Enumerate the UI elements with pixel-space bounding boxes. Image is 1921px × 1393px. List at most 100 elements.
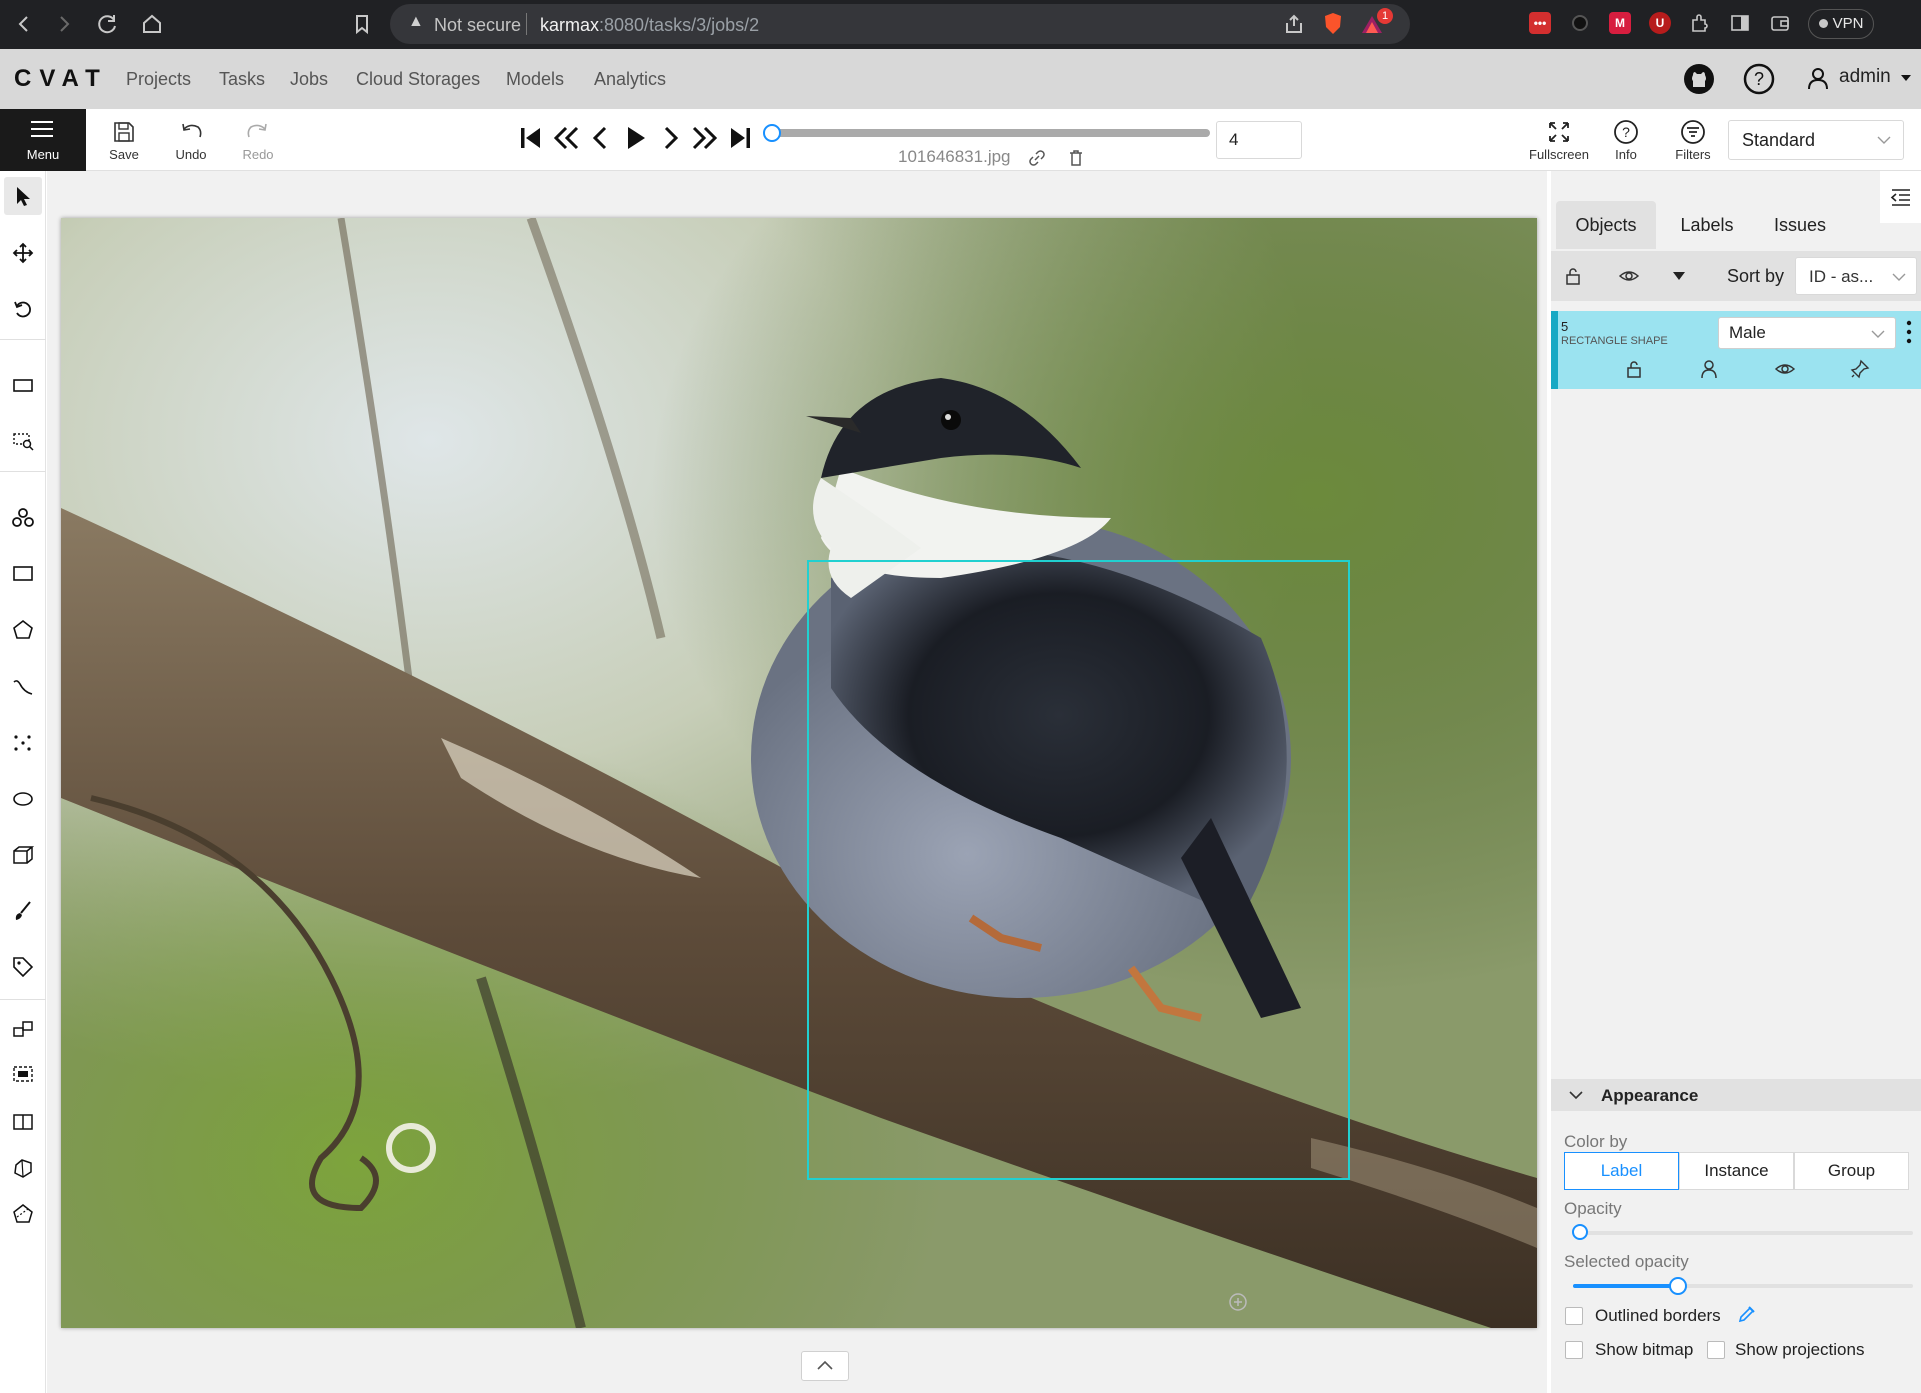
- previous-frame-icon[interactable]: [586, 123, 616, 153]
- next-step-icon[interactable]: [690, 123, 720, 153]
- extension-ublock-icon[interactable]: U: [1649, 12, 1671, 34]
- show-projections-checkbox[interactable]: [1707, 1341, 1725, 1359]
- setup-tag-tool[interactable]: [4, 948, 42, 986]
- fit-image-tool[interactable]: [4, 366, 42, 404]
- nav-cloud-storages[interactable]: Cloud Storages: [356, 69, 480, 90]
- back-icon[interactable]: [10, 10, 38, 38]
- merge-shapes-tool[interactable]: [4, 1010, 42, 1048]
- move-tool[interactable]: [4, 234, 42, 272]
- wallet-icon[interactable]: [1769, 12, 1791, 34]
- eye-all-icon[interactable]: [1618, 266, 1640, 286]
- user-dropdown-icon[interactable]: [1900, 71, 1912, 89]
- opacity-slider[interactable]: [1573, 1231, 1913, 1235]
- color-by-label-button[interactable]: Label: [1564, 1152, 1679, 1190]
- appearance-panel-header[interactable]: Appearance: [1551, 1079, 1921, 1111]
- collapse-all-icon[interactable]: [1671, 269, 1687, 283]
- bottom-panel-toggle[interactable]: [801, 1351, 849, 1381]
- draw-polyline-tool[interactable]: [4, 668, 42, 706]
- draw-rectangle-tool[interactable]: [4, 554, 42, 592]
- outlined-borders-checkbox[interactable]: [1565, 1307, 1583, 1325]
- cvat-logo[interactable]: CVAT: [14, 65, 108, 93]
- split-track-tool[interactable]: [4, 1103, 42, 1141]
- frame-number-input[interactable]: 4: [1216, 121, 1302, 159]
- reload-icon[interactable]: [94, 10, 122, 38]
- show-projections-label: Show projections: [1735, 1340, 1865, 1359]
- next-frame-icon[interactable]: [655, 123, 685, 153]
- tab-objects[interactable]: Objects: [1556, 201, 1656, 249]
- save-button[interactable]: Save: [94, 109, 154, 171]
- vpn-button[interactable]: VPN: [1808, 9, 1874, 39]
- object-pin-icon[interactable]: [1850, 359, 1870, 379]
- join-shapes-tool[interactable]: [4, 1149, 42, 1187]
- first-frame-icon[interactable]: [516, 123, 546, 153]
- workspace-select[interactable]: Standard: [1728, 120, 1904, 160]
- draw-mask-tool[interactable]: [4, 892, 42, 930]
- sidebar-panel-icon[interactable]: [1729, 12, 1751, 34]
- nav-models[interactable]: Models: [506, 69, 564, 90]
- address-bar[interactable]: ▲ Not secure karmax:8080/tasks/3/jobs/2 …: [390, 4, 1410, 44]
- delete-frame-icon[interactable]: [1067, 149, 1085, 167]
- extension-gear-icon[interactable]: [1569, 12, 1591, 34]
- opacity-slider-handle[interactable]: [1572, 1224, 1588, 1240]
- previous-step-icon[interactable]: [551, 123, 581, 153]
- sort-select[interactable]: ID - as...: [1795, 257, 1917, 295]
- nav-projects[interactable]: Projects: [126, 69, 191, 90]
- rectangle-annotation-5[interactable]: [807, 560, 1350, 1180]
- color-by-instance-button[interactable]: Instance: [1679, 1152, 1794, 1190]
- menu-button[interactable]: Menu: [0, 109, 86, 171]
- frame-slider[interactable]: [770, 129, 1210, 137]
- object-item-5[interactable]: 5 RECTANGLE SHAPE Male: [1551, 311, 1921, 389]
- last-frame-icon[interactable]: [725, 123, 755, 153]
- home-icon[interactable]: [138, 10, 166, 38]
- color-picker-icon[interactable]: [1737, 1304, 1757, 1324]
- cursor-tool[interactable]: [4, 177, 42, 215]
- group-shapes-tool[interactable]: [4, 1055, 42, 1093]
- redo-button[interactable]: Redo: [228, 109, 288, 171]
- draw-cuboid-tool[interactable]: [4, 836, 42, 874]
- tab-issues[interactable]: Issues: [1757, 201, 1843, 249]
- openvino-tool[interactable]: [4, 498, 42, 536]
- forward-icon[interactable]: [50, 10, 78, 38]
- play-icon[interactable]: [620, 123, 650, 153]
- username[interactable]: admin: [1839, 66, 1891, 88]
- nav-analytics[interactable]: Analytics: [594, 69, 666, 90]
- filters-icon: [1681, 120, 1705, 144]
- github-icon[interactable]: [1681, 61, 1717, 97]
- object-lock-icon[interactable]: [1624, 359, 1644, 379]
- zoom-region-tool[interactable]: [4, 421, 42, 459]
- object-visibility-icon[interactable]: [1774, 359, 1796, 379]
- show-bitmap-checkbox[interactable]: [1565, 1341, 1583, 1359]
- rotate-tool[interactable]: [4, 290, 42, 328]
- nav-jobs[interactable]: Jobs: [290, 69, 328, 90]
- draw-polygon-tool[interactable]: [4, 611, 42, 649]
- canvas-container[interactable]: [47, 171, 1547, 1393]
- object-more-icon[interactable]: [1905, 319, 1913, 345]
- extension-m-icon[interactable]: M: [1609, 12, 1631, 34]
- polyline-icon: [13, 680, 33, 695]
- share-icon[interactable]: [1283, 13, 1305, 40]
- object-occluded-icon[interactable]: [1699, 359, 1719, 379]
- draw-ellipse-tool[interactable]: [4, 780, 42, 818]
- nav-tasks[interactable]: Tasks: [219, 69, 265, 90]
- help-icon[interactable]: ?: [1741, 61, 1777, 97]
- tab-labels[interactable]: Labels: [1665, 201, 1749, 249]
- color-by-group-button[interactable]: Group: [1794, 1152, 1909, 1190]
- slice-shape-tool[interactable]: [4, 1195, 42, 1233]
- extension-lastpass-icon[interactable]: •••: [1529, 12, 1551, 34]
- sidebar-collapse-button[interactable]: [1880, 171, 1921, 223]
- draw-points-tool[interactable]: [4, 724, 42, 762]
- user-icon[interactable]: [1804, 64, 1832, 97]
- copy-link-icon[interactable]: [1028, 149, 1046, 167]
- frame-slider-handle[interactable]: [763, 124, 781, 142]
- bookmark-icon[interactable]: [348, 10, 376, 38]
- brave-shield-icon[interactable]: [1322, 12, 1344, 41]
- undo-button[interactable]: Undo: [161, 109, 221, 171]
- canvas-zoom-icon[interactable]: [1227, 1291, 1249, 1313]
- object-label-select[interactable]: Male: [1718, 317, 1896, 349]
- selected-opacity-slider-handle[interactable]: [1669, 1277, 1687, 1295]
- fullscreen-button[interactable]: Fullscreen: [1529, 109, 1589, 171]
- filters-button[interactable]: Filters: [1663, 109, 1723, 171]
- lock-all-icon[interactable]: [1563, 266, 1583, 286]
- info-button[interactable]: ? Info: [1596, 109, 1656, 171]
- extensions-puzzle-icon[interactable]: [1689, 12, 1711, 34]
